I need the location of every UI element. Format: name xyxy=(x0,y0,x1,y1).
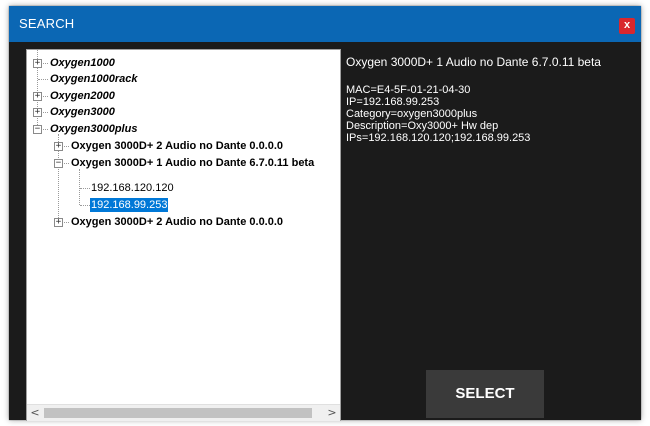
device-details: Oxygen 3000D+ 1 Audio no Dante 6.7.0.11 … xyxy=(346,55,601,144)
tree-connector xyxy=(80,188,90,189)
expand-toggle-icon[interactable]: + xyxy=(33,108,42,117)
scrollbar-thumb[interactable] xyxy=(44,408,312,418)
expand-toggle-icon[interactable]: + xyxy=(54,142,63,151)
details-ip: IP=192.168.99.253 xyxy=(346,96,440,108)
tree-node-oxygen3000plus[interactable]: Oxygen3000plus xyxy=(49,122,138,136)
tree-node-oxygen3000[interactable]: Oxygen3000 xyxy=(49,105,116,119)
tree-viewport: + + + − + − + Oxygen1000 Oxygen1000rack … xyxy=(27,50,340,404)
expand-toggle-icon[interactable]: + xyxy=(33,92,42,101)
horizontal-scrollbar[interactable]: < > xyxy=(27,404,340,421)
details-description: Description=Oxy3000+ Hw dep xyxy=(346,120,499,132)
tree-connector xyxy=(38,79,48,80)
select-button[interactable]: SELECT xyxy=(426,370,544,418)
device-tree[interactable]: + + + − + − + Oxygen1000 Oxygen1000rack … xyxy=(26,49,341,421)
tree-connector xyxy=(80,205,90,206)
expand-toggle-icon[interactable]: + xyxy=(54,218,63,227)
search-window: SEARCH x + + + − + − + Oxygen1000 Oxygen… xyxy=(9,6,641,421)
details-ips: IPs=192.168.120.120;192.168.99.253 xyxy=(346,132,531,144)
tree-node-device[interactable]: Oxygen 3000D+ 2 Audio no Dante 0.0.0.0 xyxy=(70,139,284,153)
tree-node-oxygen2000[interactable]: Oxygen2000 xyxy=(49,89,116,103)
title-bar[interactable]: SEARCH x xyxy=(9,6,641,42)
collapse-toggle-icon[interactable]: − xyxy=(33,125,42,134)
tree-node-oxygen1000rack[interactable]: Oxygen1000rack xyxy=(49,72,138,86)
collapse-toggle-icon[interactable]: − xyxy=(54,159,63,168)
window-title: SEARCH xyxy=(19,16,75,31)
scroll-left-icon[interactable]: < xyxy=(27,405,43,421)
scroll-right-icon[interactable]: > xyxy=(324,405,340,421)
details-mac: MAC=E4-5F-01-21-04-30 xyxy=(346,84,471,96)
tree-node-device[interactable]: Oxygen 3000D+ 1 Audio no Dante 6.7.0.11 … xyxy=(70,156,315,170)
tree-connector xyxy=(79,169,80,205)
tree-node-oxygen1000[interactable]: Oxygen1000 xyxy=(49,56,116,70)
tree-node-ip-selected[interactable]: 192.168.99.253 xyxy=(90,198,169,212)
details-category: Category=oxygen3000plus xyxy=(346,108,478,120)
tree-node-ip[interactable]: 192.168.120.120 xyxy=(90,181,175,195)
tree-node-device[interactable]: Oxygen 3000D+ 2 Audio no Dante 0.0.0.0 xyxy=(70,215,284,229)
details-heading: Oxygen 3000D+ 1 Audio no Dante 6.7.0.11 … xyxy=(346,55,601,69)
expand-toggle-icon[interactable]: + xyxy=(33,59,42,68)
close-button[interactable]: x xyxy=(619,18,635,34)
